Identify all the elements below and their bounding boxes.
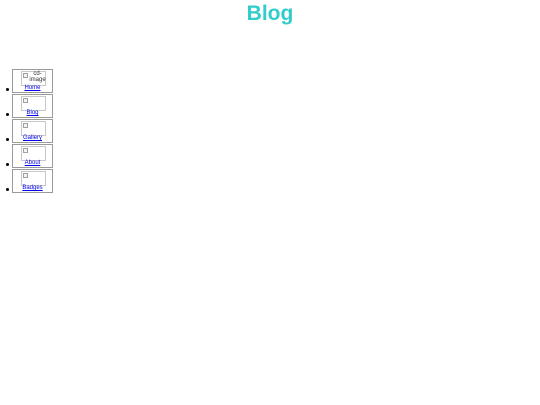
nav-link-about[interactable]: About [13,160,52,167]
broken-image-icon [21,171,46,186]
broken-image-glyph [23,123,28,128]
nav-item-gallery[interactable]: Gallery [6,119,53,143]
nav-link-blog[interactable]: Blog [13,110,52,117]
nav-link-badges[interactable]: Badges [13,185,52,192]
nav-link-gallery[interactable]: Gallery [13,135,52,142]
nav-list: cd-image Home Blog Gallery About Badges [6,69,53,194]
list-bullet [6,188,9,191]
broken-image-glyph [23,73,28,78]
broken-image-glyph [23,148,28,153]
broken-image-glyph [23,98,28,103]
image-alt-text: cd-image [29,71,46,83]
list-bullet [6,163,9,166]
nav-item-blog[interactable]: Blog [6,94,53,118]
broken-image-icon: cd-image [21,71,46,86]
list-bullet [6,88,9,91]
page: Blog cd-image Home Blog Gallery About Ba… [0,0,540,405]
page-title: Blog [246,2,294,25]
nav-link-home[interactable]: Home [13,85,52,92]
broken-image-icon [21,96,46,111]
nav-item-home[interactable]: cd-image Home [6,69,53,93]
list-bullet [6,138,9,141]
broken-image-glyph [23,173,28,178]
nav-item-about[interactable]: About [6,144,53,168]
broken-image-icon [21,146,46,161]
nav-item-badges[interactable]: Badges [6,169,53,193]
list-bullet [6,113,9,116]
broken-image-icon [21,121,46,136]
